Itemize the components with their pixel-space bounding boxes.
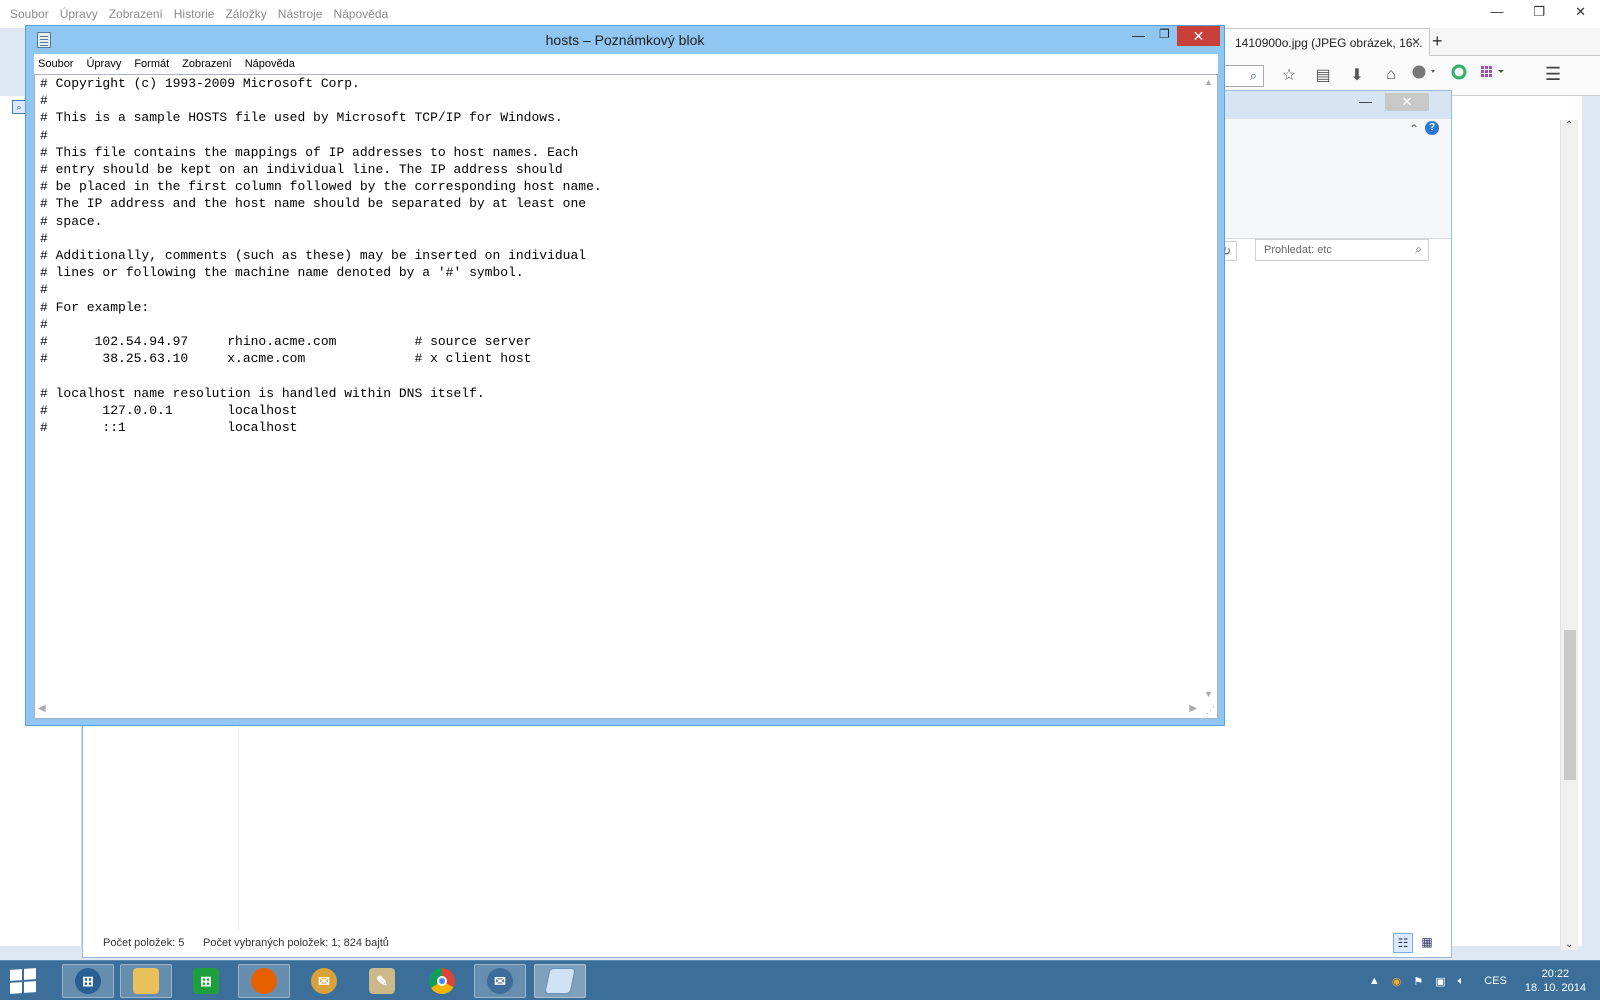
explorer-statusbar: Počet položek: 5 Počet vybraných položek… [83, 931, 1451, 957]
start-button[interactable] [10, 968, 36, 994]
chrome-icon [429, 968, 455, 994]
notepad-titlebar[interactable]: hosts – Poznámkový blok — ❐ ✕ [26, 26, 1224, 54]
firefox-maximize-button[interactable]: ❐ [1533, 4, 1545, 20]
download-icon[interactable]: ⬇ [1340, 65, 1374, 85]
firefox-menu-soubor[interactable]: Soubor [10, 7, 49, 21]
firefox-menu-zalozky[interactable]: Záložky [225, 7, 266, 21]
search-placeholder: Prohledat: etc [1264, 244, 1332, 256]
language-indicator[interactable]: CES [1484, 975, 1507, 987]
menu-napoveda[interactable]: Nápověda [245, 58, 295, 70]
avast-icon[interactable]: ◉ [1392, 975, 1402, 988]
taskbar-notepad[interactable] [534, 964, 586, 998]
vertical-scrollbar[interactable]: ▲ ▼ [1200, 75, 1217, 701]
firefox-minimize-button[interactable]: — [1490, 4, 1503, 20]
taskbar-thunderbird[interactable]: ✉ [298, 964, 350, 998]
action-center-flag-icon[interactable]: ⚑ [1413, 975, 1423, 988]
search-icon[interactable]: ⌕ [12, 100, 26, 114]
menu-soubor[interactable]: Soubor [38, 58, 73, 70]
taskbar-paint[interactable]: ✎ [356, 964, 408, 998]
star-icon[interactable]: ☆ [1272, 65, 1306, 85]
explorer-minimize-button[interactable]: — [1359, 94, 1372, 109]
editor-content[interactable]: # Copyright (c) 1993-2009 Microsoft Corp… [40, 75, 1195, 695]
details-view-icon[interactable]: ☷ [1393, 933, 1413, 953]
explorer-nav-pane [83, 711, 239, 946]
firefox-close-button[interactable]: ✕ [1575, 4, 1586, 20]
volume-icon[interactable]: 🔈︎ [1458, 975, 1465, 988]
apps-grid-icon[interactable] [1476, 65, 1510, 84]
explorer-ribbon: ⌃ ? [1201, 119, 1451, 239]
ghostery-icon[interactable] [1442, 64, 1476, 85]
ribbon-collapse-icon[interactable]: ⌃ [1409, 122, 1419, 136]
notepad-menubar: Soubor Úpravy Formát Zobrazení Nápověda [34, 54, 1218, 74]
firefox-icon [251, 968, 277, 994]
taskbar-store[interactable]: ⊞ [180, 964, 232, 998]
scroll-up-icon[interactable]: ⌃ [1565, 120, 1573, 131]
system-tray: ▲ ◉ ⚑ ▣ 🔈︎ CES 20:22 18. 10. 2014 [1369, 961, 1600, 1000]
firefox-scrollbar[interactable]: ⌃ ⌄ [1560, 120, 1578, 950]
firefox-menu-icon[interactable]: ☰ [1545, 64, 1561, 85]
network-icon[interactable]: ▣ [1435, 975, 1445, 988]
status-item-count: Počet položek: 5 [103, 937, 185, 949]
clock[interactable]: 20:22 18. 10. 2014 [1525, 967, 1586, 995]
explorer-search-input[interactable]: Prohledat: etc ⌕ [1255, 239, 1429, 261]
notepad-icon [544, 968, 576, 994]
scroll-right-icon[interactable]: ▶ [1189, 703, 1197, 714]
firefox-tab-title: 1410900o.jpg (JPEG obrázek, 16... [1235, 36, 1423, 50]
explorer-close-button[interactable]: ✕ [1385, 93, 1429, 111]
folder-icon [133, 968, 159, 994]
clock-date: 18. 10. 2014 [1524, 982, 1586, 994]
url-search-icon[interactable]: ⌕ [1250, 68, 1257, 84]
adblock-plus-icon[interactable] [1408, 65, 1442, 84]
scroll-up-icon[interactable]: ▲ [1204, 77, 1213, 87]
reading-list-icon[interactable]: ▤ [1306, 65, 1340, 85]
firefox-toolbar-icons: ☆ ▤ ⬇ ⌂ [1272, 64, 1510, 85]
firefox-tabbar: 1410900o.jpg (JPEG obrázek, 16... ✕ [1210, 28, 1600, 56]
maximize-button[interactable]: ❐ [1159, 27, 1170, 41]
menu-upravy[interactable]: Úpravy [86, 58, 121, 70]
tab-close-icon[interactable]: ✕ [1411, 35, 1421, 49]
store-icon: ⊞ [193, 968, 219, 994]
paint-icon: ✎ [369, 968, 395, 994]
home-icon[interactable]: ⌂ [1374, 66, 1408, 84]
scrollbar-thumb[interactable] [1564, 630, 1576, 780]
large-icons-view-icon[interactable]: ▦ [1417, 933, 1437, 953]
firefox-menu-zobrazeni[interactable]: Zobrazení [109, 7, 163, 21]
text-editor[interactable]: # Copyright (c) 1993-2009 Microsoft Corp… [34, 74, 1218, 719]
taskbar-mail[interactable]: ✉ [474, 964, 526, 998]
resize-grip-icon[interactable]: ⋰ [1206, 705, 1215, 716]
scroll-down-icon[interactable]: ⌄ [1565, 939, 1573, 950]
thunderbird-icon: ✉ [311, 968, 337, 994]
firefox-menu-historie[interactable]: Historie [174, 7, 215, 21]
taskbar-firefox[interactable] [238, 964, 290, 998]
scroll-down-icon[interactable]: ▼ [1204, 689, 1213, 699]
help-icon[interactable]: ? [1425, 121, 1439, 135]
windows-explorer-icon: ⊞ [75, 968, 101, 994]
explorer-address-area: ↻ Prohledat: etc ⌕ [1215, 239, 1455, 263]
new-tab-button[interactable]: + [1432, 31, 1443, 52]
horizontal-scrollbar[interactable]: ◀ ▶ [35, 701, 1201, 718]
taskbar: ⊞ ⊞ ✉ ✎ ✉ ▲ ◉ ⚑ ▣ 🔈︎ CES 20:22 18. 10. 2… [0, 960, 1600, 1000]
taskbar-windows-explorer[interactable]: ⊞ [62, 964, 114, 998]
scroll-left-icon[interactable]: ◀ [38, 703, 46, 714]
window-title: hosts – Poznámkový blok [545, 32, 705, 48]
taskbar-chrome[interactable] [416, 964, 468, 998]
search-icon[interactable]: ⌕ [1415, 242, 1422, 257]
firefox-menu-nastroje[interactable]: Nástroje [278, 7, 323, 21]
clock-time: 20:22 [1541, 968, 1570, 980]
close-button[interactable]: ✕ [1177, 26, 1220, 46]
firefox-menu-upravy[interactable]: Úpravy [60, 7, 98, 21]
minimize-button[interactable]: — [1132, 28, 1145, 43]
menu-format[interactable]: Formát [134, 58, 169, 70]
firefox-tab[interactable]: 1410900o.jpg (JPEG obrázek, 16... ✕ [1210, 28, 1430, 56]
tray-overflow-icon[interactable]: ▲ [1369, 975, 1380, 987]
firefox-window-controls: — ❐ ✕ [1490, 4, 1586, 20]
status-selection: Počet vybraných položek: 1; 824 bajtů [203, 937, 389, 949]
mail-icon: ✉ [487, 968, 513, 994]
firefox-menu-napoveda[interactable]: Nápověda [333, 7, 388, 21]
firefox-menubar: Soubor Úpravy Zobrazení Historie Záložky… [0, 0, 1600, 28]
taskbar-file-explorer[interactable] [120, 964, 172, 998]
notepad-window: hosts – Poznámkový blok — ❐ ✕ Soubor Úpr… [25, 25, 1225, 726]
menu-zobrazeni[interactable]: Zobrazení [182, 58, 232, 70]
